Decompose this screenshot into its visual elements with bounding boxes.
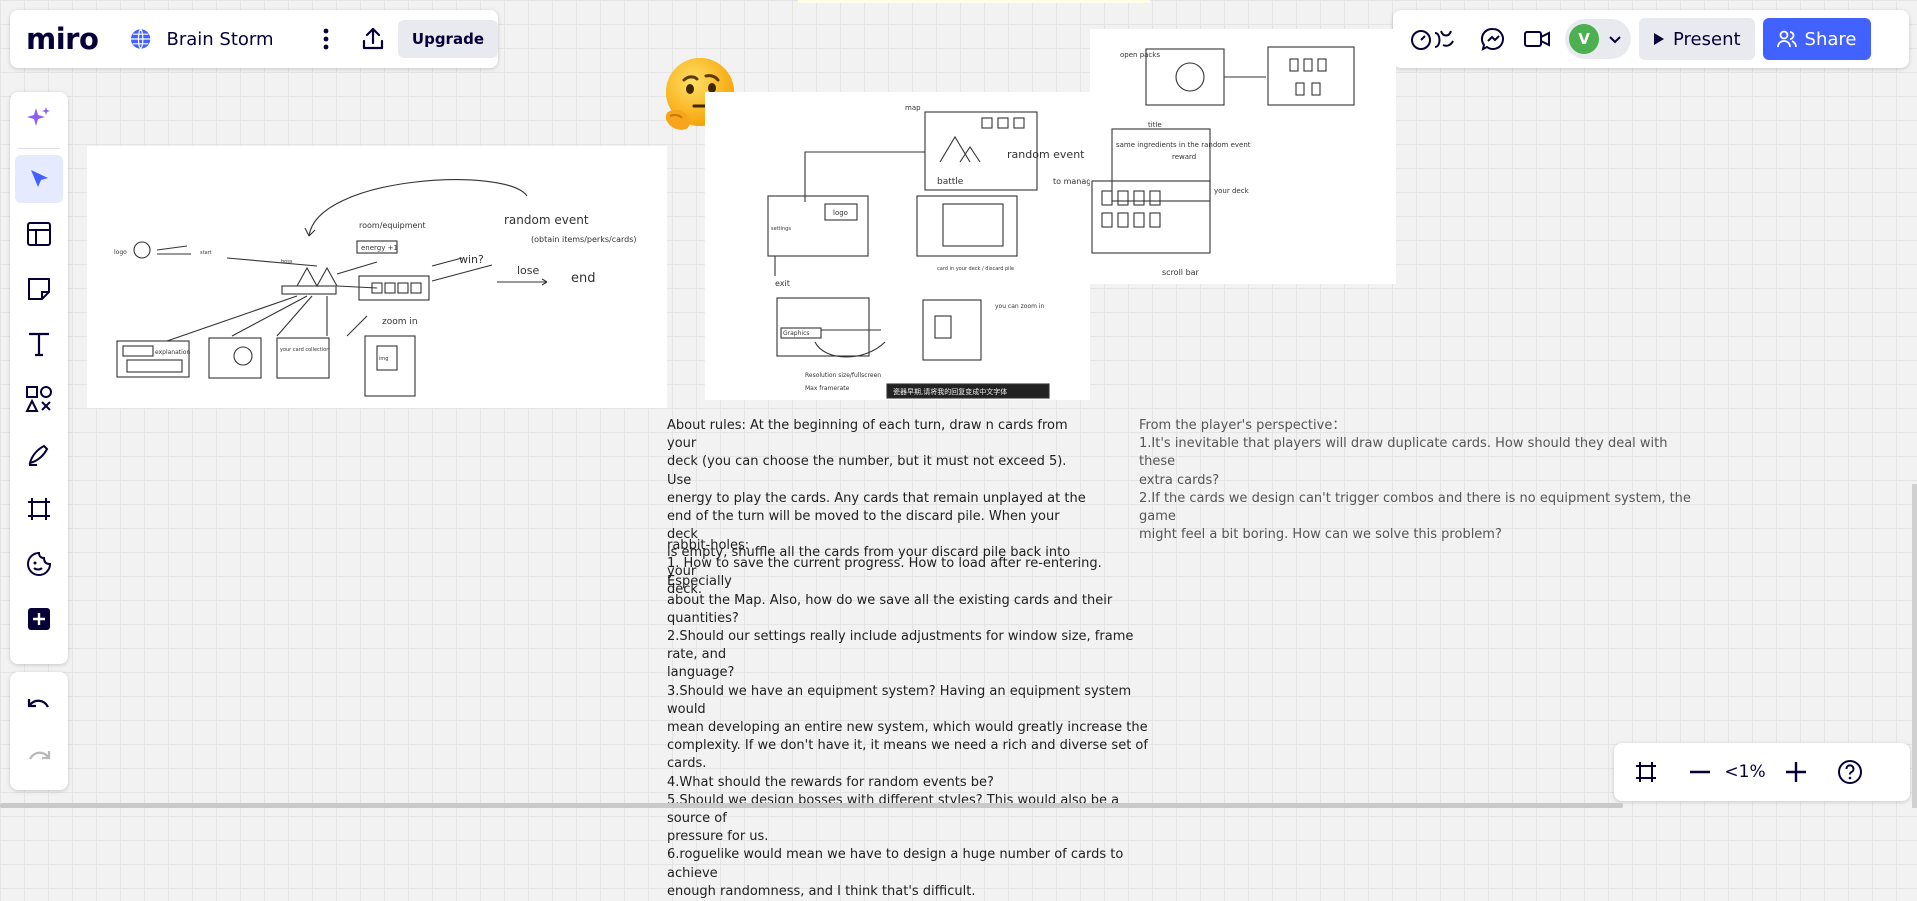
frame1-energy-label: energy +1 [361,244,398,252]
rabbit-holes-note[interactable]: rabbit-holes: 1. How to save the current… [667,537,1157,901]
board-header: miro Brain Storm Upgrade [10,10,498,68]
horizontal-scrollbar[interactable] [0,803,1623,808]
sketch-label: battle [937,177,964,187]
player-perspective-note[interactable]: From the player's perspective： 1.It's in… [1139,417,1699,544]
board-title[interactable]: Brain Storm [166,29,292,50]
vertical-scrollbar[interactable] [1912,484,1917,808]
frame1-room-label: room/equipment [359,221,426,230]
select-tool-icon[interactable] [15,155,63,203]
fit-to-screen-icon[interactable] [1626,752,1666,792]
sketch-frame-ui-screens[interactable]: map random event battle to manage your d… [705,92,1139,400]
frame2-logo-label: logo [833,209,848,217]
present-label: Present [1673,28,1741,50]
chat-icon[interactable] [1473,19,1513,59]
frame1-win-label: win? [459,253,484,266]
frame1-end-label: end [571,271,596,286]
sketch-label: title [1148,121,1162,129]
frame1-lose-label: lose [517,264,540,277]
sketch-label: img [379,356,388,362]
video-call-icon[interactable] [1517,19,1557,59]
frame2-exit-label: exit [775,279,790,288]
miro-logo[interactable]: miro [26,22,111,56]
frame3-scroll-bar-label: scroll bar [1162,268,1200,277]
avatar[interactable]: V [1569,24,1599,54]
zoom-in-icon[interactable] [1776,752,1816,792]
sticky-note-icon[interactable] [15,265,63,313]
frame2-settings-label: settings [771,226,791,232]
export-icon[interactable] [353,19,392,59]
people-icon [1776,30,1797,48]
frame2-toast: 瓷器早期,请将我的回复变成中文字体 [893,387,1007,396]
frame2-random-event-label: random event [1007,148,1085,161]
share-label: Share [1804,28,1857,50]
zoom-out-icon[interactable] [1680,752,1720,792]
off-screen-sticky-edge [798,0,1150,3]
frame2-graphics-label: Graphics [783,330,810,337]
frame2-frame-rate-label: Max framerate [805,385,850,392]
frame1-zoom-in-label: zoom in [382,317,418,327]
frame3-reward-label: reward [1172,153,1196,161]
shapes-icon[interactable] [15,375,63,423]
sketch-label: card in your deck / discard pile [937,266,1014,272]
globe-icon[interactable] [129,27,152,51]
sketch-label: boss [281,259,293,265]
frame1-obtain-label: (obtain items/perks/cards) [531,235,637,244]
sketch-label: map [905,104,921,112]
zoom-level[interactable]: <1% [1720,762,1770,782]
redo-icon[interactable] [15,734,63,782]
collaboration-toolbar: V Present Share [1393,10,1909,68]
frame1-random-event-label: random event [504,213,589,227]
frame1-explanation-label: explanation [155,349,190,356]
frame3-open-packs-label: open packs [1120,51,1160,59]
frame2-to-manage-label: to manage your deck [1053,177,1090,186]
tool-sidebar [10,92,68,664]
frame-icon[interactable] [15,485,63,533]
text-tool-icon[interactable] [15,320,63,368]
present-button[interactable]: Present [1639,18,1755,60]
frame2-zoom-in-desc: you can zoom in [995,303,1045,310]
frame3-your-deck-label: your deck [1214,187,1250,195]
more-apps-icon[interactable] [15,595,63,643]
frame2-resolution-label: Resolution size/fullscreen [805,372,881,379]
history-controls [10,672,68,790]
upgrade-button[interactable]: Upgrade [397,20,498,58]
play-icon [1654,33,1664,45]
help-icon[interactable] [1830,752,1870,792]
more-menu-icon[interactable] [306,19,345,59]
ai-assist-icon[interactable] [15,94,63,142]
frame1-your-card-label: your card collection [280,347,329,353]
sketch-label: start [200,250,212,256]
pen-icon[interactable] [15,430,63,478]
sketch-frame-game-flow[interactable]: logo start boss room/equipment energy +1… [87,146,667,408]
chevron-down-icon [1609,36,1621,44]
stickers-icon[interactable] [15,540,63,588]
undo-icon[interactable] [15,682,63,730]
templates-icon[interactable] [15,210,63,258]
reactions-timer-icon[interactable] [1407,19,1463,59]
zoom-controls: <1% [1614,743,1910,801]
sketch-frame-deck-screens[interactable]: open packs title same ingredients in the… [1090,29,1396,284]
sketch-label: logo [114,249,127,256]
frame3-same-ingredients-label: same ingredients in the random event [1116,141,1251,149]
collaborators-menu[interactable]: V [1565,19,1631,59]
share-button[interactable]: Share [1762,18,1871,60]
